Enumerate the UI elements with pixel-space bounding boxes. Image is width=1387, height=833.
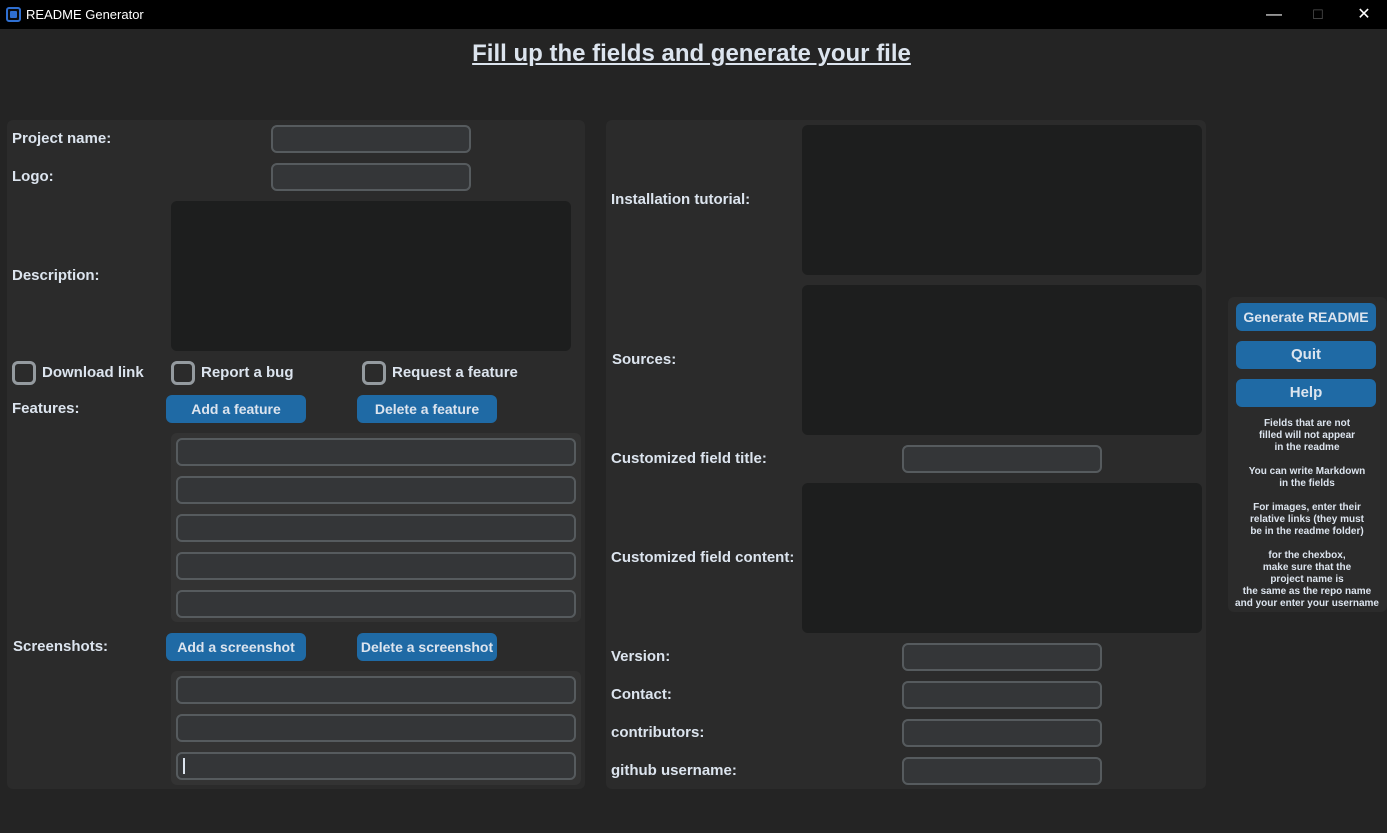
request-feature-checkbox[interactable] xyxy=(362,361,386,385)
minimize-button[interactable]: — xyxy=(1251,0,1297,29)
project-name-input[interactable] xyxy=(271,125,471,153)
feature-input[interactable] xyxy=(176,514,576,542)
add-feature-button[interactable]: Add a feature xyxy=(166,395,306,423)
sources-label: Sources: xyxy=(612,351,677,368)
download-link-checkbox[interactable] xyxy=(12,361,36,385)
feature-input[interactable] xyxy=(176,552,576,580)
page-heading: Fill up the fields and generate your fil… xyxy=(472,40,911,67)
sources-textbox[interactable] xyxy=(802,285,1202,435)
logo-label: Logo: xyxy=(12,168,54,185)
github-username-label: github username: xyxy=(611,762,737,779)
help-button[interactable]: Help xyxy=(1236,379,1376,407)
contributors-label: contributors: xyxy=(611,724,705,741)
add-screenshot-button[interactable]: Add a screenshot xyxy=(166,633,306,661)
version-label: Version: xyxy=(611,648,671,665)
contact-label: Contact: xyxy=(611,686,672,703)
feature-input[interactable] xyxy=(176,590,576,618)
quit-button[interactable]: Quit xyxy=(1236,341,1376,369)
logo-input[interactable] xyxy=(271,163,471,191)
maximize-button[interactable]: ☐ xyxy=(1295,0,1341,29)
features-label: Features: xyxy=(12,400,80,417)
project-name-label: Project name: xyxy=(12,130,112,147)
title-bar: README Generator — ☐ ✕ xyxy=(0,0,1387,29)
custom-title-input[interactable] xyxy=(902,445,1102,473)
feature-input[interactable] xyxy=(176,438,576,466)
contact-input[interactable] xyxy=(902,681,1102,709)
request-feature-label[interactable]: Request a feature xyxy=(392,364,518,381)
version-input[interactable] xyxy=(902,643,1102,671)
delete-screenshot-button[interactable]: Delete a screenshot xyxy=(357,633,497,661)
report-bug-label[interactable]: Report a bug xyxy=(201,364,294,381)
installation-textbox[interactable] xyxy=(802,125,1202,275)
help-text: Fields that are not filled will not appe… xyxy=(1235,418,1379,609)
contributors-input[interactable] xyxy=(902,719,1102,747)
close-button[interactable]: ✕ xyxy=(1341,0,1387,29)
delete-feature-button[interactable]: Delete a feature xyxy=(357,395,497,423)
description-textbox[interactable] xyxy=(171,201,571,351)
window-title: README Generator xyxy=(26,7,144,22)
report-bug-checkbox[interactable] xyxy=(171,361,195,385)
installation-label: Installation tutorial: xyxy=(611,191,751,208)
feature-input[interactable] xyxy=(176,476,576,504)
download-link-label[interactable]: Download link xyxy=(42,364,144,381)
screenshot-input-focused[interactable] xyxy=(176,752,576,780)
custom-content-label: Customized field content: xyxy=(611,549,795,566)
generate-readme-button[interactable]: Generate README xyxy=(1236,303,1376,331)
screenshots-label: Screenshots: xyxy=(13,638,109,655)
github-username-input[interactable] xyxy=(902,757,1102,785)
custom-title-label: Customized field title: xyxy=(611,450,767,467)
description-label: Description: xyxy=(12,267,100,284)
screenshot-input[interactable] xyxy=(176,714,576,742)
text-cursor xyxy=(183,758,185,774)
custom-content-textbox[interactable] xyxy=(802,483,1202,633)
screenshot-input[interactable] xyxy=(176,676,576,704)
app-icon xyxy=(6,7,21,22)
